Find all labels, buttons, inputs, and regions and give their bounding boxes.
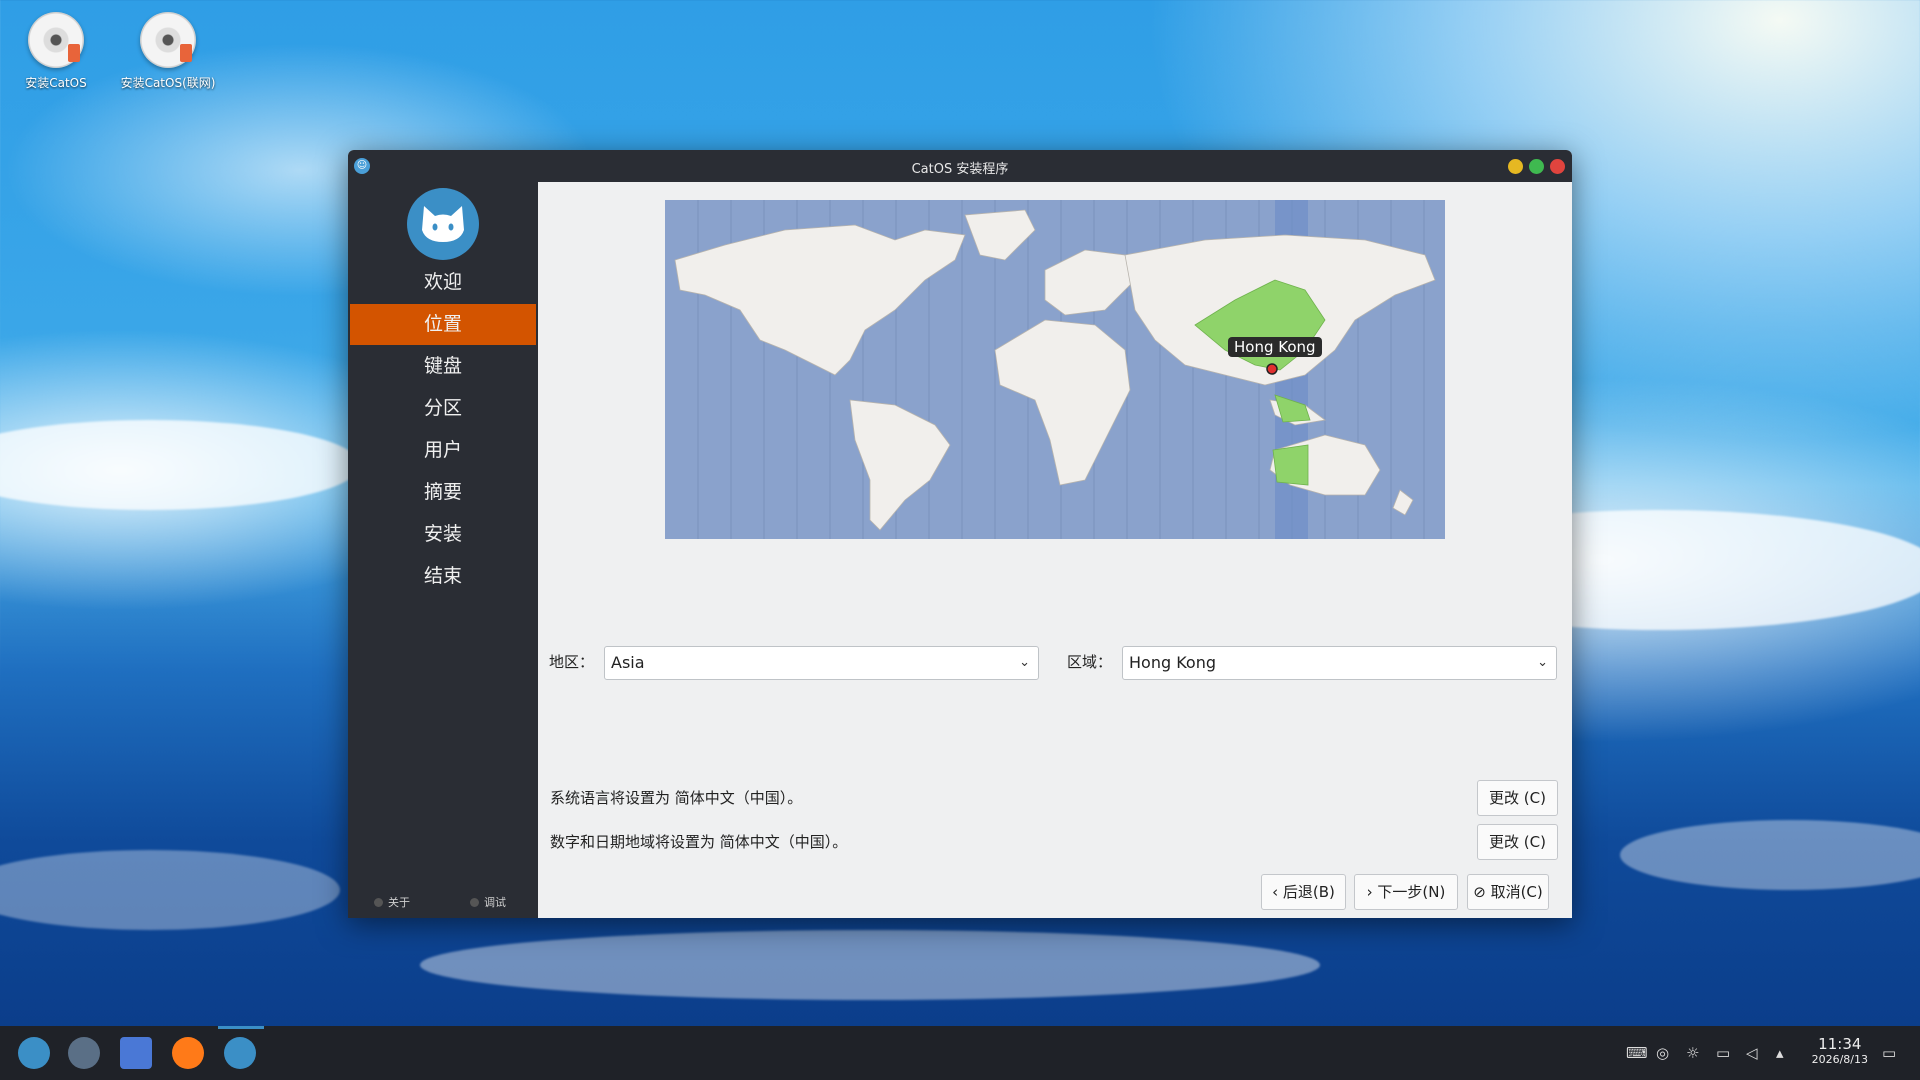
sidebar-item-users[interactable]: 用户 bbox=[350, 430, 536, 471]
language-info-text: 系统语言将设置为 简体中文（中国）。 bbox=[550, 789, 803, 807]
zone-select[interactable]: Hong Kong ⌄ bbox=[1122, 646, 1557, 680]
sidebar-item-location[interactable]: 位置 bbox=[350, 304, 536, 345]
bug-icon bbox=[470, 897, 479, 907]
debug-button[interactable]: 调试 bbox=[470, 894, 506, 910]
chevron-right-icon: › bbox=[1366, 883, 1378, 901]
tray-expand-icon[interactable]: ▴ bbox=[1776, 1044, 1784, 1062]
chevron-down-icon: ⌄ bbox=[1019, 655, 1030, 670]
show-desktop-icon[interactable]: ▭ bbox=[1882, 1044, 1896, 1062]
sidebar-item-install[interactable]: 安装 bbox=[350, 514, 536, 555]
zone-value: Hong Kong bbox=[1129, 653, 1216, 672]
chevron-down-icon: ⌄ bbox=[1537, 655, 1548, 670]
sidebar-item-partitions[interactable]: 分区 bbox=[350, 388, 536, 429]
wave-decoration bbox=[420, 930, 1320, 1000]
sidebar: 欢迎 位置 键盘 分区 用户 摘要 安装 结束 关于 调试 bbox=[348, 182, 538, 918]
desktop-icon-install-catos[interactable]: 安装CatOS bbox=[6, 12, 106, 91]
sidebar-item-finish[interactable]: 结束 bbox=[350, 556, 536, 597]
sidebar-item-welcome[interactable]: 欢迎 bbox=[350, 262, 536, 303]
change-language-button[interactable]: 更改 (C) bbox=[1477, 780, 1558, 816]
installer-cat-icon[interactable] bbox=[224, 1037, 256, 1069]
content-area: Hong Kong 地区： Asia ⌄ 区域： Hong Kong ⌄ 系统语… bbox=[538, 182, 1572, 918]
change-format-button[interactable]: 更改 (C) bbox=[1477, 824, 1558, 860]
timezone-map[interactable]: Hong Kong bbox=[665, 200, 1445, 539]
firefox-icon[interactable] bbox=[172, 1037, 204, 1069]
network-icon[interactable]: ◎ bbox=[1656, 1044, 1669, 1062]
clock-time: 11:34 bbox=[1818, 1035, 1862, 1053]
clock[interactable]: 11:34 2026/8/13 bbox=[1812, 1035, 1868, 1066]
about-label: 关于 bbox=[388, 896, 410, 909]
wave-decoration bbox=[0, 850, 340, 930]
taskbar: ⌨ ◎ ☼ ▭ ◁ ▴ 11:34 2026/8/13 ▭ bbox=[0, 1026, 1920, 1080]
file-manager-folder-icon[interactable] bbox=[120, 1037, 152, 1069]
app-launcher-cat-icon[interactable] bbox=[18, 1037, 50, 1069]
cancel-icon: ⊘ bbox=[1473, 883, 1491, 901]
location-marker-icon bbox=[1266, 363, 1278, 375]
desktop-icon-label: 安装CatOS bbox=[25, 76, 87, 90]
desktop-icon-label: 安装CatOS(联网) bbox=[120, 76, 216, 90]
info-icon bbox=[374, 897, 383, 907]
back-label: 后退(B) bbox=[1282, 883, 1335, 901]
display-icon[interactable]: ▭ bbox=[1716, 1044, 1730, 1062]
sidebar-item-summary[interactable]: 摘要 bbox=[350, 472, 536, 513]
map-marker-label: Hong Kong bbox=[1228, 337, 1322, 357]
active-task-indicator bbox=[218, 1026, 264, 1029]
cat-logo-icon bbox=[407, 188, 479, 260]
wave-decoration bbox=[1620, 820, 1920, 890]
window-title: CatOS 安装程序 bbox=[911, 162, 1009, 177]
keyboard-icon[interactable]: ⌨ bbox=[1626, 1044, 1648, 1062]
brightness-icon[interactable]: ☼ bbox=[1686, 1044, 1699, 1062]
back-button[interactable]: ‹ 后退(B) bbox=[1261, 874, 1346, 910]
region-label: 地区： bbox=[549, 653, 595, 671]
next-label: 下一步(N) bbox=[1377, 883, 1446, 901]
installer-window: ☺ CatOS 安装程序 欢迎 位置 键盘 分区 用户 摘要 安装 结束 关于 … bbox=[348, 150, 1572, 918]
cancel-label: 取消(C) bbox=[1490, 883, 1543, 901]
close-button[interactable] bbox=[1550, 159, 1565, 174]
desktop-icon-install-catos-online[interactable]: 安装CatOS(联网) bbox=[118, 12, 218, 91]
volume-icon[interactable]: ◁ bbox=[1746, 1044, 1758, 1062]
disc-icon bbox=[140, 12, 196, 68]
disc-icon bbox=[28, 12, 84, 68]
title-bar[interactable]: ☺ CatOS 安装程序 bbox=[348, 150, 1572, 182]
zone-label: 区域： bbox=[1067, 653, 1113, 671]
next-button[interactable]: › 下一步(N) bbox=[1354, 874, 1458, 910]
toggle-icon[interactable] bbox=[68, 1037, 100, 1069]
debug-label: 调试 bbox=[484, 896, 506, 909]
minimize-button[interactable] bbox=[1508, 159, 1523, 174]
region-select[interactable]: Asia ⌄ bbox=[604, 646, 1039, 680]
cancel-button[interactable]: ⊘ 取消(C) bbox=[1467, 874, 1549, 910]
about-button[interactable]: 关于 bbox=[374, 894, 410, 910]
region-value: Asia bbox=[611, 653, 645, 672]
format-info-text: 数字和日期地域将设置为 简体中文（中国）。 bbox=[550, 833, 848, 851]
maximize-button[interactable] bbox=[1529, 159, 1544, 174]
cloud-decoration bbox=[0, 420, 360, 510]
clock-date: 2026/8/13 bbox=[1811, 1053, 1868, 1066]
sidebar-item-keyboard[interactable]: 键盘 bbox=[350, 346, 536, 387]
chevron-left-icon: ‹ bbox=[1272, 883, 1283, 901]
